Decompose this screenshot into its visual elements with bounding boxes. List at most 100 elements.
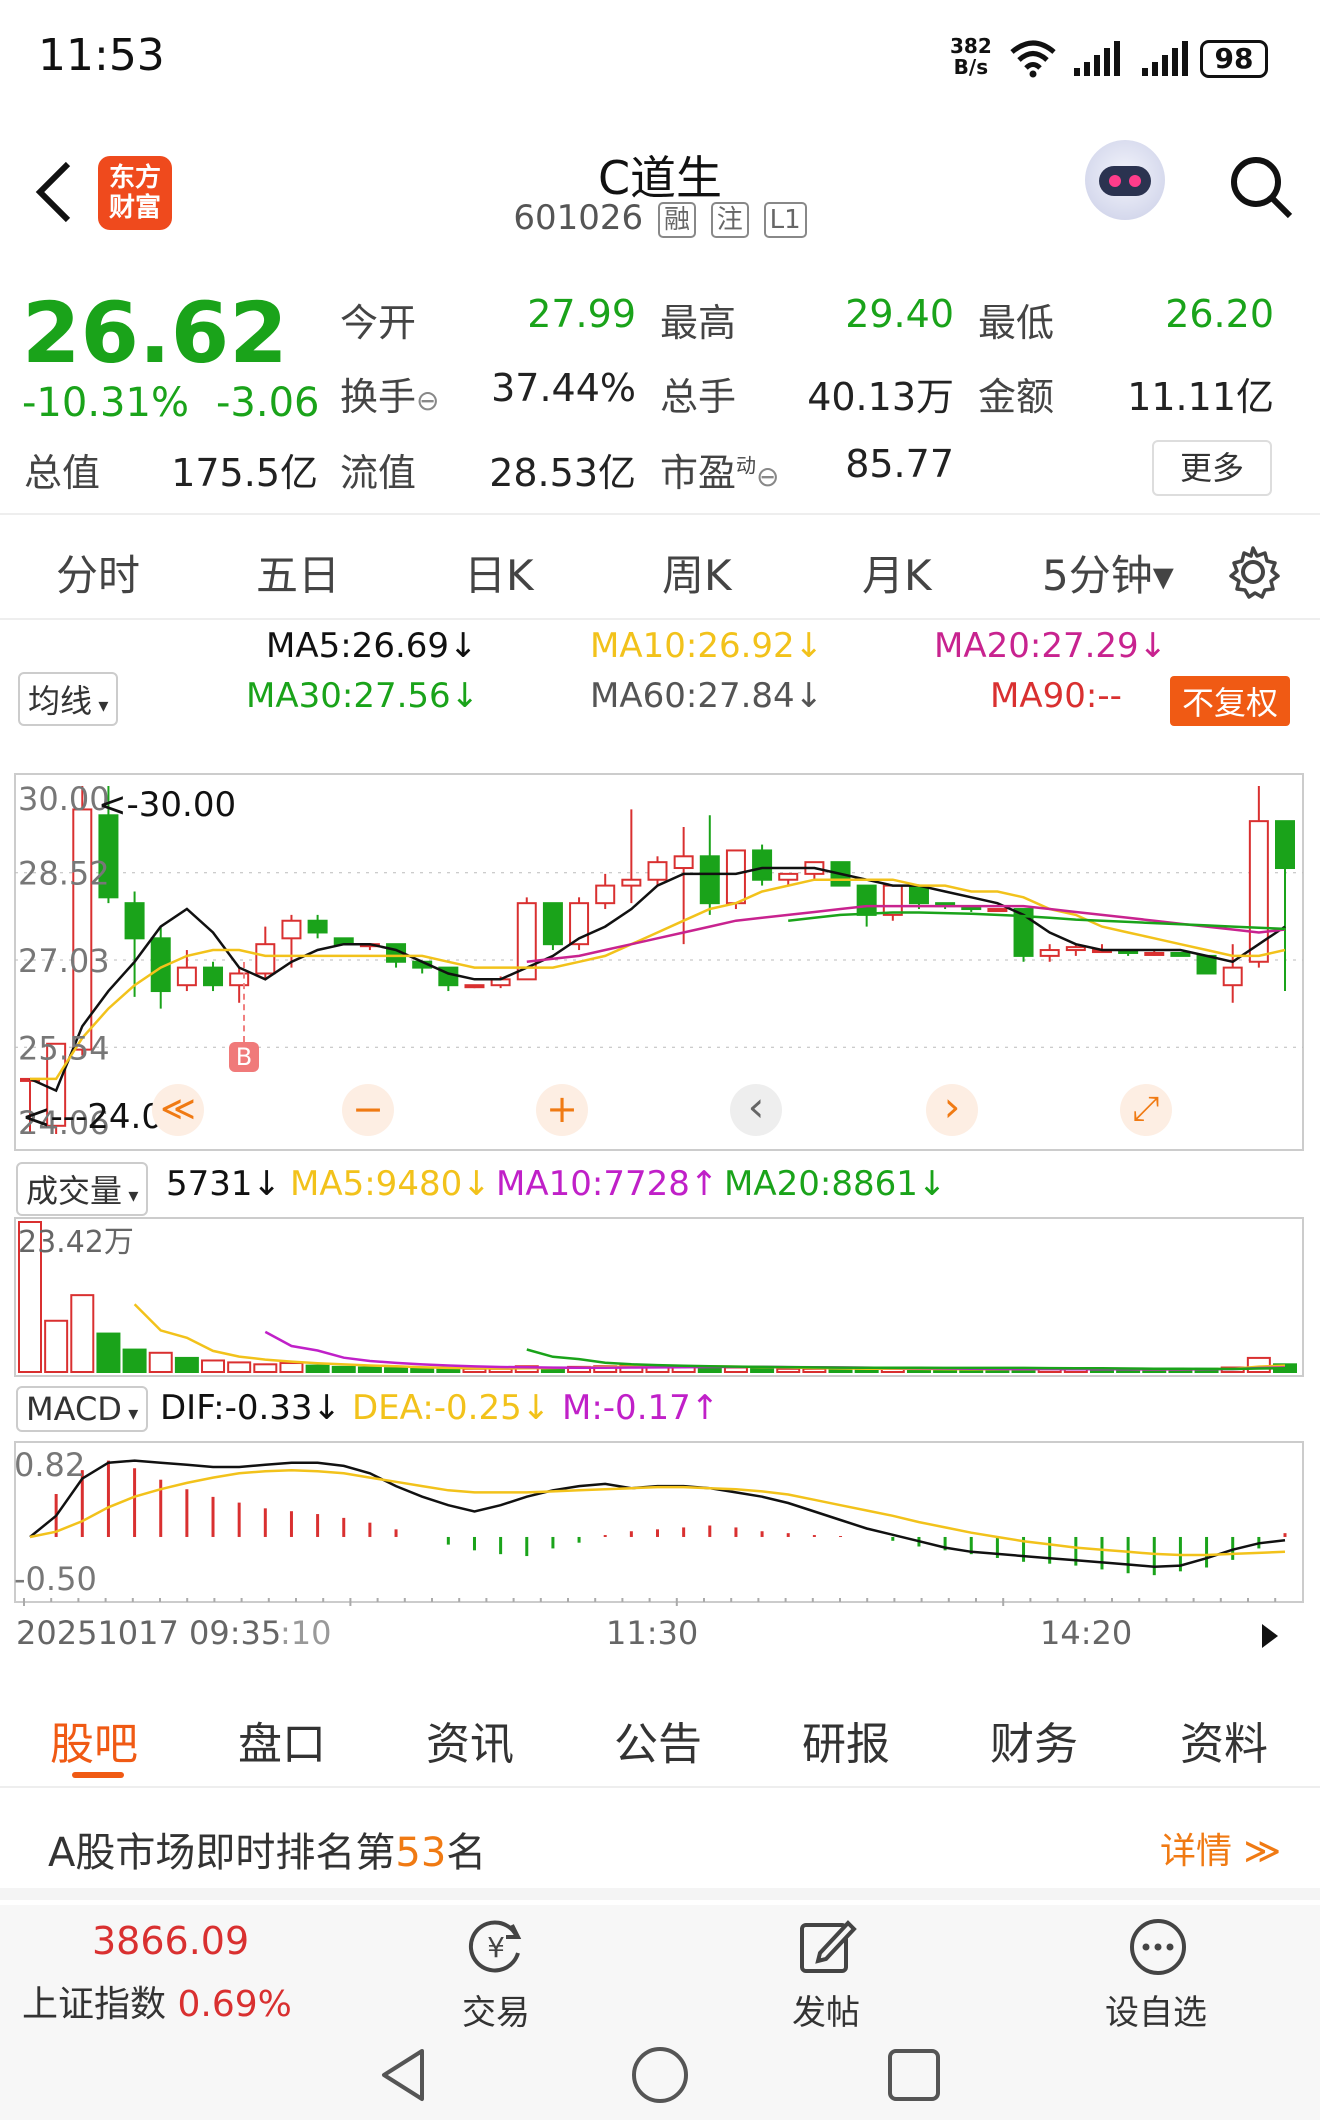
trade-icon[interactable]: ¥ xyxy=(464,1915,528,1979)
candle-body xyxy=(882,884,903,916)
candle-body xyxy=(124,902,145,940)
pe-label: 市盈动⊖ xyxy=(660,451,780,495)
post-icon[interactable] xyxy=(796,1915,860,1979)
ma30-legend: MA30:27.56↓ xyxy=(246,676,480,716)
index-change: 0.69% xyxy=(177,1984,292,2025)
volume-bar xyxy=(227,1361,252,1373)
macd-selector[interactable]: MACD ▾ xyxy=(16,1386,149,1432)
float-label: 流值 xyxy=(340,451,417,495)
tab-announcement[interactable]: 公告 xyxy=(614,1708,702,1772)
candle-body xyxy=(542,902,563,946)
settings-gear-icon[interactable] xyxy=(1225,544,1281,600)
volume-bar xyxy=(750,1367,775,1374)
candle-body xyxy=(307,919,328,934)
rank-detail-link[interactable]: 详情 ≫ xyxy=(1160,1822,1281,1874)
add-watchlist-button[interactable]: 设自选 xyxy=(1086,1985,1226,2034)
volume-bar xyxy=(253,1363,278,1373)
index-value[interactable]: 3866.09 xyxy=(92,1919,249,1963)
tag-margin: 融 xyxy=(657,201,696,238)
info-circle-icon[interactable]: ⊖ xyxy=(416,384,439,417)
candle-body xyxy=(987,908,1008,913)
ma20-legend: MA20:27.29↓ xyxy=(934,626,1168,666)
ma-selector[interactable]: 均线 ▾ xyxy=(18,672,119,726)
more-options-icon[interactable] xyxy=(1126,1915,1190,1979)
volume-bar xyxy=(723,1366,748,1373)
bottom-toolbar: 3866.09 上证指数 0.69% ¥ 交易 发帖 设自选 xyxy=(0,1905,1320,2120)
volume-selector[interactable]: 成交量 ▾ xyxy=(16,1162,149,1216)
volume-bar xyxy=(436,1367,461,1373)
kline-y-tick: 25.54 xyxy=(18,1029,110,1067)
tab-daily-k[interactable]: 日K xyxy=(464,542,534,603)
signal-icon-2 xyxy=(1142,41,1188,76)
candle-body xyxy=(595,884,616,905)
macd-chart[interactable]: 0.82 -0.50 xyxy=(0,1440,1320,1606)
tab-five-day[interactable]: 五日 xyxy=(256,542,340,603)
period-tabs: 分时 五日 日K 周K 月K 5分钟▾ xyxy=(0,520,1320,620)
fullscreen-button[interactable]: ⤢ xyxy=(1120,1084,1172,1136)
tab-news[interactable]: 资讯 xyxy=(426,1708,514,1772)
amount-value: 11.11亿 xyxy=(1127,375,1274,419)
tab-weekly-k[interactable]: 周K xyxy=(662,542,732,603)
scroll-left-button[interactable]: ‹ xyxy=(730,1084,782,1136)
candle-body xyxy=(203,966,224,987)
tab-finance[interactable]: 财务 xyxy=(990,1708,1078,1772)
tab-intraday[interactable]: 分时 xyxy=(56,542,140,603)
post-button[interactable]: 发帖 xyxy=(766,1985,886,2034)
nav-back-icon[interactable] xyxy=(378,2045,428,2105)
volume-bar xyxy=(96,1332,121,1373)
macd-y-tick: -0.50 xyxy=(14,1560,97,1598)
open-label: 今开 xyxy=(340,301,417,345)
tab-guba[interactable]: 股吧 xyxy=(50,1708,138,1772)
net-speed-value: 382 xyxy=(950,34,992,58)
play-arrow-icon[interactable] xyxy=(1258,1622,1282,1650)
zoom-in-button[interactable]: + xyxy=(536,1084,588,1136)
wifi-icon xyxy=(1010,40,1056,78)
tab-5min[interactable]: 5分钟▾ xyxy=(1042,542,1174,603)
high-value: 29.40 xyxy=(845,292,954,336)
volume-bar xyxy=(201,1359,226,1373)
robot-assistant-icon[interactable] xyxy=(1085,140,1165,220)
macd-dea: DEA:-0.25↓ xyxy=(352,1388,551,1428)
volume-bar xyxy=(70,1294,95,1373)
x-axis-mid: 11:30 xyxy=(606,1614,699,1652)
macd-y-tick: 0.82 xyxy=(14,1446,85,1484)
open-value: 27.99 xyxy=(527,292,636,336)
stock-code: 601026 xyxy=(513,198,644,238)
search-icon[interactable] xyxy=(1226,152,1296,222)
kline-y-tick: 28.52 xyxy=(18,855,110,893)
tab-research[interactable]: 研报 xyxy=(802,1708,890,1772)
volume-chart[interactable]: 23.42万 xyxy=(0,1216,1320,1378)
tag-registration: 注 xyxy=(710,201,749,238)
rewind-button[interactable]: ≪ xyxy=(152,1084,204,1136)
more-button[interactable]: 更多 xyxy=(1152,440,1272,496)
candle-body xyxy=(1065,946,1086,952)
candle-body xyxy=(752,849,773,881)
adjust-toggle[interactable]: 不复权 xyxy=(1170,676,1291,726)
change-amount: -3.06 xyxy=(216,380,320,426)
index-line[interactable]: 上证指数 0.69% xyxy=(22,1975,292,2027)
nav-home-icon[interactable] xyxy=(630,2045,690,2105)
dropdown-arrow-icon: ▾ xyxy=(92,693,109,717)
net-speed: 382 B/s xyxy=(950,36,992,78)
scroll-right-button[interactable]: › xyxy=(926,1084,978,1136)
zoom-out-button[interactable]: − xyxy=(342,1084,394,1136)
amount-label: 金额 xyxy=(978,375,1055,419)
trade-button[interactable]: 交易 xyxy=(436,1985,556,2034)
dropdown-arrow-icon: ▾ xyxy=(121,1401,139,1425)
tab-monthly-k[interactable]: 月K xyxy=(862,542,932,603)
nav-recents-icon[interactable] xyxy=(886,2047,942,2103)
tab-pankou[interactable]: 盘口 xyxy=(238,1708,326,1772)
candle-body xyxy=(1039,949,1060,957)
ma90-legend: MA90:-- xyxy=(990,676,1122,716)
high-marker: <-30.00 xyxy=(98,785,236,825)
volume-bar xyxy=(331,1365,356,1374)
candle-body xyxy=(1144,951,1165,956)
volume-frame xyxy=(14,1217,1304,1377)
rank-number: 53 xyxy=(395,1830,447,1876)
candle-body xyxy=(725,849,746,905)
info-circle-icon[interactable]: ⊖ xyxy=(756,460,779,493)
rank-bar[interactable]: A股市场即时排名第53名 详情 ≫ xyxy=(0,1790,1320,1900)
macd-dea-line xyxy=(29,1468,1286,1557)
volume-max-label: 23.42万 xyxy=(18,1225,134,1260)
tab-profile[interactable]: 资料 xyxy=(1180,1708,1268,1772)
